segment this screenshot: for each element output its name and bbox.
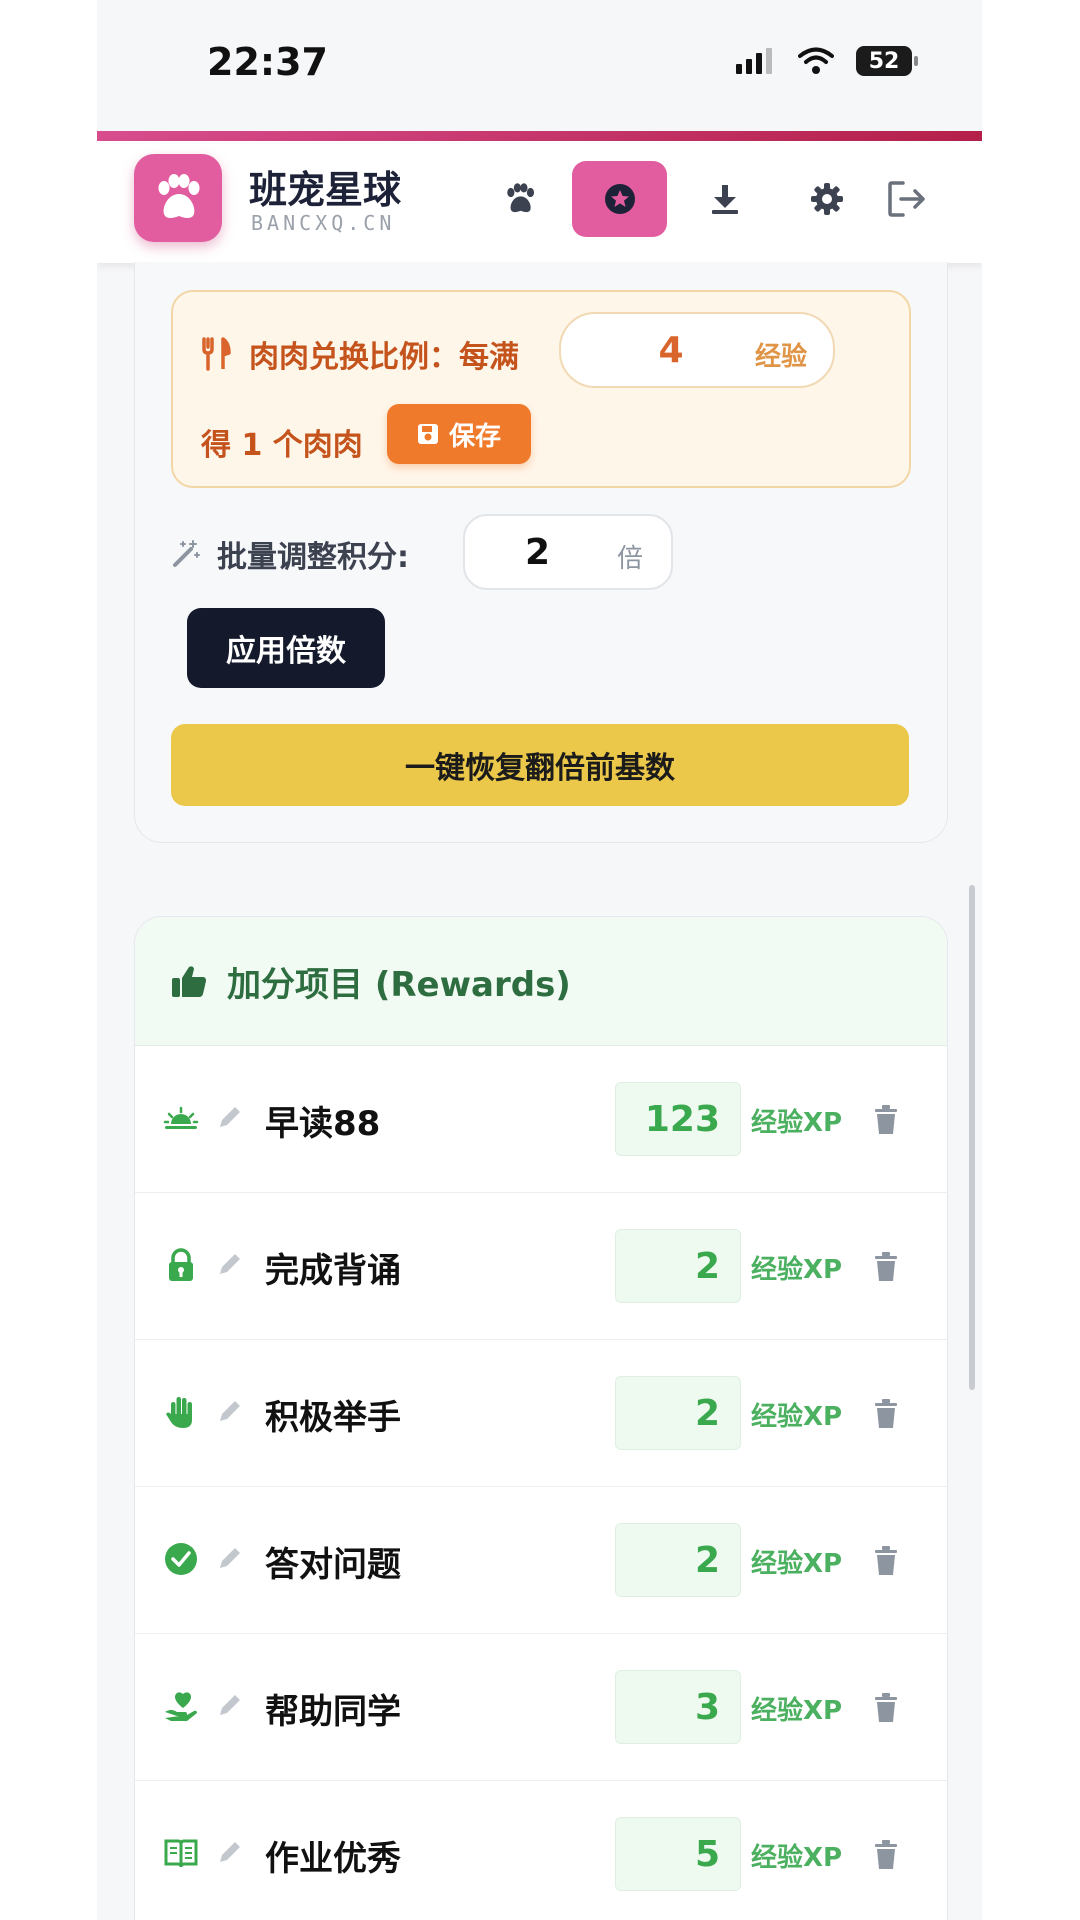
- status-icons: 52: [736, 46, 918, 76]
- edit-pencil-icon[interactable]: [215, 1102, 245, 1132]
- multiplier-value: 2: [525, 532, 551, 573]
- reward-label: 完成背诵: [265, 1251, 401, 1291]
- download-icon: [712, 185, 738, 214]
- battery-indicator: 52: [856, 46, 918, 76]
- gear-icon: [811, 183, 843, 215]
- reward-xp-input[interactable]: 2: [615, 1229, 741, 1303]
- rewards-settings-button[interactable]: [572, 161, 667, 237]
- reward-label: 答对问题: [265, 1545, 401, 1585]
- paw-icon: [158, 174, 200, 218]
- multiplier-unit: 倍: [616, 544, 643, 574]
- batch-adjust-text: 批量调整积分:: [217, 540, 409, 575]
- exchange-ratio-box: 肉肉兑换比例：每满 4 经验 得 1 个肉肉 保存: [171, 290, 911, 488]
- helping-heart-icon: [165, 1692, 197, 1721]
- wifi-icon: [798, 47, 834, 74]
- reward-xp-unit: 经验XP: [751, 1549, 843, 1579]
- reward-row[interactable]: 作业优秀 5 经验XP: [135, 1781, 947, 1920]
- app-subtitle: BANCXQ.CN: [251, 211, 396, 235]
- utensils-icon: [202, 337, 231, 371]
- sunrise-icon: [163, 1106, 199, 1129]
- app-header: 班宠星球 BANCXQ.CN: [97, 141, 982, 263]
- check-circle-icon: [165, 1543, 197, 1575]
- settings-card: 肉肉兑换比例：每满 4 经验 得 1 个肉肉 保存 批量调整积分: 2 倍 应用…: [134, 262, 948, 843]
- hand-icon: [166, 1397, 192, 1428]
- trash-icon[interactable]: [871, 1692, 901, 1724]
- reward-label: 作业优秀: [265, 1839, 401, 1879]
- restore-base-button[interactable]: 一键恢复翻倍前基数: [171, 724, 909, 806]
- reward-row[interactable]: 答对问题 2 经验XP: [135, 1487, 947, 1634]
- exchange-ratio-unit: 经验: [754, 342, 807, 372]
- star-badge-icon: [604, 184, 635, 214]
- reward-xp-input[interactable]: 5: [615, 1817, 741, 1891]
- scrollbar-thumb[interactable]: [969, 885, 975, 1390]
- multiplier-input[interactable]: 2 倍: [463, 514, 673, 590]
- reward-row[interactable]: 帮助同学 3 经验XP: [135, 1634, 947, 1781]
- edit-pencil-icon[interactable]: [215, 1690, 245, 1720]
- reward-xp-input[interactable]: 3: [615, 1670, 741, 1744]
- status-bar: 22:37 52: [97, 0, 982, 130]
- app-logo: [134, 154, 222, 242]
- reward-row[interactable]: 早读88 123 经验XP: [135, 1046, 947, 1193]
- magic-wand-icon: [173, 540, 200, 567]
- book-icon: [164, 1839, 198, 1868]
- reward-xp-unit: 经验XP: [751, 1255, 843, 1285]
- trash-icon[interactable]: [871, 1251, 901, 1283]
- reward-xp-unit: 经验XP: [751, 1843, 843, 1873]
- trash-icon[interactable]: [871, 1104, 901, 1136]
- trash-icon[interactable]: [871, 1545, 901, 1577]
- save-button[interactable]: 保存: [387, 404, 531, 464]
- reward-label: 早读88: [265, 1104, 381, 1144]
- rewards-header: 加分项目 (Rewards): [135, 917, 947, 1046]
- save-button-label: 保存: [448, 421, 501, 452]
- accent-bar: [97, 131, 982, 141]
- exchange-ratio-result: 得 1 个肉肉: [201, 428, 363, 463]
- rewards-card: 加分项目 (Rewards) 早读88 123 经验XP 完成背诵 2 经验XP…: [134, 916, 948, 1920]
- batch-adjust-label: 批量调整积分:: [171, 532, 409, 576]
- thumbs-up-icon: [172, 966, 206, 997]
- logout-button[interactable]: [867, 161, 947, 237]
- edit-pencil-icon[interactable]: [215, 1837, 245, 1867]
- status-time: 22:37: [207, 40, 328, 84]
- lock-icon: [169, 1248, 193, 1281]
- rewards-title: 加分项目 (Rewards): [227, 964, 571, 1005]
- settings-button[interactable]: [787, 161, 867, 237]
- trash-icon[interactable]: [871, 1398, 901, 1430]
- save-icon: [417, 424, 438, 444]
- reward-xp-unit: 经验XP: [751, 1108, 843, 1138]
- reward-xp-unit: 经验XP: [751, 1696, 843, 1726]
- exchange-ratio-label: 肉肉兑换比例：每满: [201, 332, 519, 376]
- edit-pencil-icon[interactable]: [215, 1396, 245, 1426]
- trash-icon[interactable]: [871, 1839, 901, 1871]
- reward-xp-unit: 经验XP: [751, 1402, 843, 1432]
- signal-icon: [736, 48, 772, 74]
- reward-xp-input[interactable]: 2: [615, 1376, 741, 1450]
- edit-pencil-icon[interactable]: [215, 1543, 245, 1573]
- logout-icon: [888, 181, 925, 217]
- exchange-ratio-text: 肉肉兑换比例：每满: [249, 340, 519, 375]
- reward-xp-input[interactable]: 2: [615, 1523, 741, 1597]
- reward-label: 帮助同学: [265, 1692, 401, 1732]
- app-title: 班宠星球: [249, 168, 402, 212]
- reward-label: 积极举手: [265, 1398, 401, 1438]
- pets-button[interactable]: [480, 161, 560, 237]
- edit-pencil-icon[interactable]: [215, 1249, 245, 1279]
- app-frame: 22:37 52 班宠星球 BANCXQ.CN 肉肉兑换比例：每满 4 经验 得…: [97, 0, 982, 1920]
- download-button[interactable]: [685, 161, 765, 237]
- paw-icon: [507, 183, 535, 213]
- exchange-ratio-value: 4: [658, 330, 684, 371]
- exchange-ratio-input[interactable]: 4 经验: [559, 312, 835, 388]
- reward-xp-input[interactable]: 123: [615, 1082, 741, 1156]
- reward-row[interactable]: 积极举手 2 经验XP: [135, 1340, 947, 1487]
- apply-multiplier-button[interactable]: 应用倍数: [187, 608, 385, 688]
- reward-row[interactable]: 完成背诵 2 经验XP: [135, 1193, 947, 1340]
